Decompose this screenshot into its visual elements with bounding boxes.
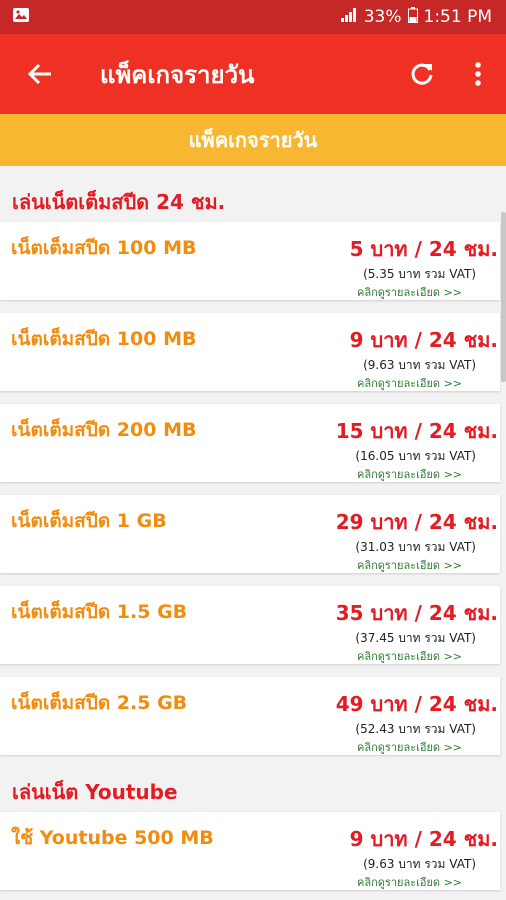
package-price: 9 บาท / 24 ชม. xyxy=(349,827,498,851)
detail-link[interactable]: คลิกดูรายละเอียด >> xyxy=(357,465,462,483)
signal-icon xyxy=(340,7,358,28)
battery-icon xyxy=(407,6,418,28)
package-card[interactable]: เน็ตเต็มสปีด 200 MB 15 บาท / 24 ชม. (16.… xyxy=(0,404,500,482)
package-vat: (16.05 บาท รวม VAT) xyxy=(355,449,476,463)
app-bar: แพ็คเกจรายวัน xyxy=(0,34,506,114)
package-price: 9 บาท / 24 ชม. xyxy=(349,328,498,352)
package-price: 49 บาท / 24 ชม. xyxy=(335,692,498,716)
package-card[interactable]: เน็ตเต็มสปีด 100 MB 5 บาท / 24 ชม. (5.35… xyxy=(0,222,500,300)
package-vat: (9.63 บาท รวม VAT) xyxy=(363,857,476,871)
package-card[interactable]: เน็ตเต็มสปีด 2.5 GB 49 บาท / 24 ชม. (52.… xyxy=(0,677,500,755)
detail-link[interactable]: คลิกดูรายละเอียด >> xyxy=(357,283,462,301)
package-price: 35 บาท / 24 ชม. xyxy=(335,601,498,625)
package-card[interactable]: ใช้ Youtube 500 MB 9 บาท / 24 ชม. (9.63 … xyxy=(0,812,500,890)
section-title-fullspeed: เล่นเน็ตเต็มสปีด 24 ชม. xyxy=(12,190,226,214)
clock-time: 1:51 PM xyxy=(423,7,493,27)
package-card[interactable]: เน็ตเต็มสปีด 1 GB 29 บาท / 24 ชม. (31.03… xyxy=(0,495,500,573)
package-vat: (37.45 บาท รวม VAT) xyxy=(355,631,476,645)
package-vat: (5.35 บาท รวม VAT) xyxy=(363,267,476,281)
package-name: เน็ตเต็มสปีด 100 MB xyxy=(11,237,197,259)
arrow-back-icon[interactable] xyxy=(0,61,80,87)
image-notification-icon xyxy=(12,7,30,28)
package-name: เน็ตเต็มสปีด 1.5 GB xyxy=(11,601,188,623)
package-name: ใช้ Youtube 500 MB xyxy=(11,827,214,849)
package-name: เน็ตเต็มสปีด 2.5 GB xyxy=(11,692,188,714)
package-price: 15 บาท / 24 ชม. xyxy=(335,419,498,443)
package-vat: (31.03 บาท รวม VAT) xyxy=(355,540,476,554)
package-card[interactable]: เน็ตเต็มสปีด 100 MB 9 บาท / 24 ชม. (9.63… xyxy=(0,313,500,391)
scrollbar[interactable] xyxy=(501,212,506,382)
section-title-youtube: เล่นเน็ต Youtube xyxy=(12,780,178,804)
detail-link[interactable]: คลิกดูรายละเอียด >> xyxy=(357,374,462,392)
package-name: เน็ตเต็มสปีด 1 GB xyxy=(11,510,167,532)
page-title: แพ็คเกจรายวัน xyxy=(100,60,255,89)
detail-link[interactable]: คลิกดูรายละเอียด >> xyxy=(357,647,462,665)
detail-link[interactable]: คลิกดูรายละเอียด >> xyxy=(357,556,462,574)
package-name: เน็ตเต็มสปีด 100 MB xyxy=(11,328,197,350)
refresh-icon[interactable] xyxy=(394,60,450,88)
package-vat: (9.63 บาท รวม VAT) xyxy=(363,358,476,372)
more-vert-icon[interactable] xyxy=(450,61,506,87)
detail-link[interactable]: คลิกดูรายละเอียด >> xyxy=(357,873,462,891)
package-card[interactable]: เน็ตเต็มสปีด 1.5 GB 35 บาท / 24 ชม. (37.… xyxy=(0,586,500,664)
package-price: 5 บาท / 24 ชม. xyxy=(349,237,498,261)
battery-percent: 33% xyxy=(363,7,402,27)
package-name: เน็ตเต็มสปีด 200 MB xyxy=(11,419,197,441)
sub-header: แพ็คเกจรายวัน xyxy=(0,114,506,166)
status-bar: 33% 1:51 PM xyxy=(0,0,506,34)
package-vat: (52.43 บาท รวม VAT) xyxy=(355,722,476,736)
detail-link[interactable]: คลิกดูรายละเอียด >> xyxy=(357,738,462,756)
package-price: 29 บาท / 24 ชม. xyxy=(335,510,498,534)
